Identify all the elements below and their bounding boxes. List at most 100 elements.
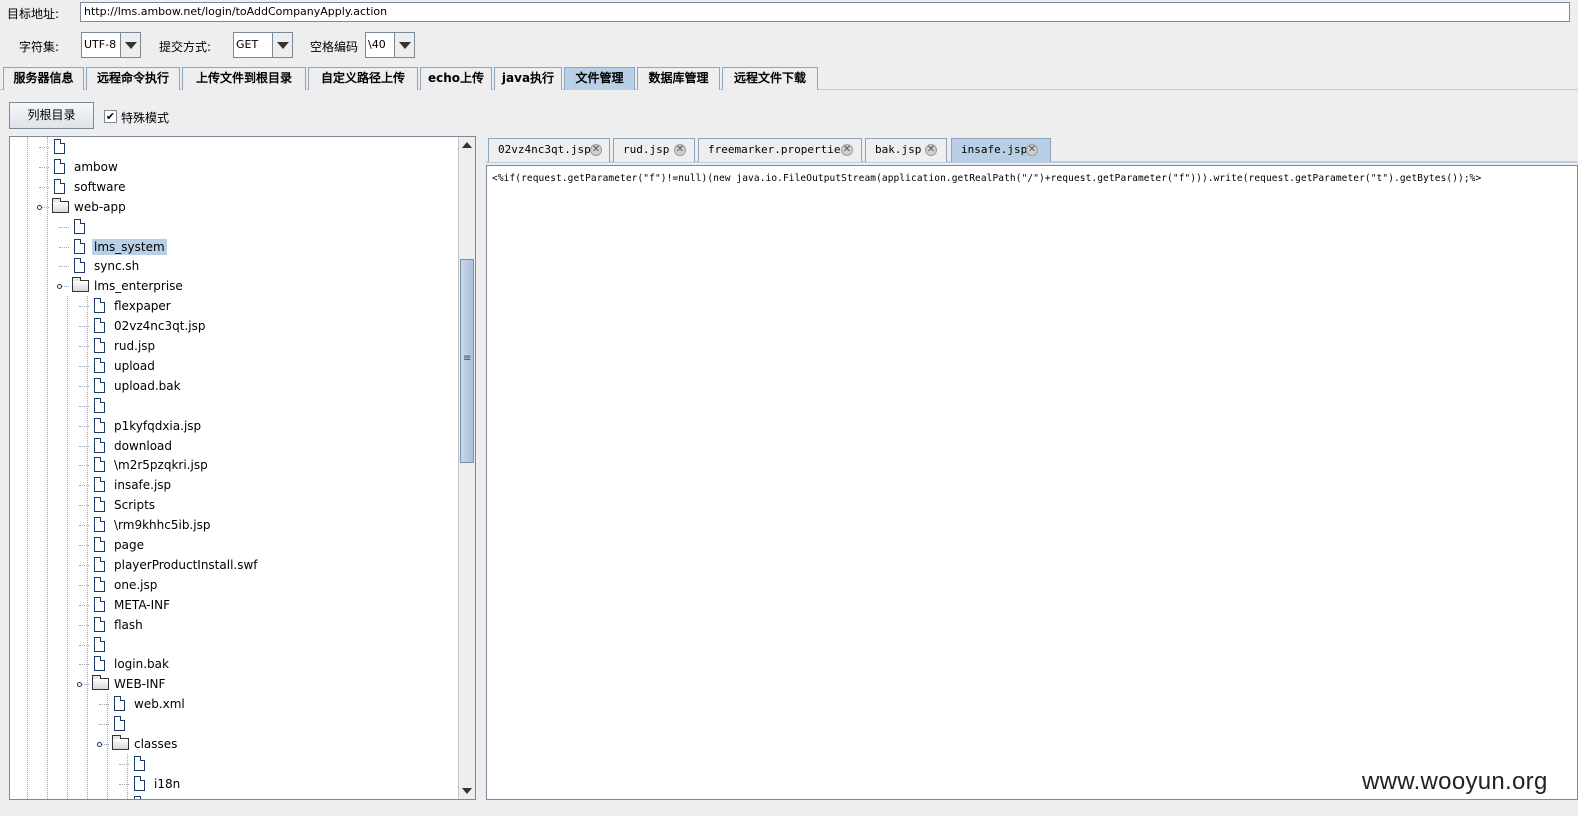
file-icon [94,377,105,393]
tree-file-node[interactable]: META-INF [10,596,450,617]
tree-file-node[interactable]: download [10,437,450,458]
tab-remote-download[interactable]: 远程文件下载 [722,67,818,90]
tree-file-node[interactable]: 02vz4nc3qt.jsp [10,318,450,338]
file-icon [94,537,105,552]
tree-file-node[interactable]: web.xml [10,696,450,716]
expand-toggle-icon[interactable] [37,204,42,210]
expand-toggle-icon[interactable] [97,742,102,747]
tree-node-label: 02vz4nc3qt.jsp [114,319,206,334]
file-tab-label: bak.jsp [875,143,922,156]
expand-toggle-icon[interactable] [57,284,62,290]
tab-echo-upload[interactable]: echo上传 [420,67,492,90]
file-tab-active[interactable]: insafe.jsp ✕ [951,138,1051,162]
tree-branch-line [79,604,89,606]
close-icon[interactable]: ✕ [841,144,853,156]
tree-file-node[interactable]: flash [10,616,450,637]
tab-server-info[interactable]: 服务器信息 [3,67,84,90]
tree-file-node[interactable]: insafe.jsp [10,477,450,497]
tab-file-manager[interactable]: 文件管理 [564,67,635,90]
tab-database-manager[interactable]: 数据库管理 [637,67,720,90]
file-icon [54,139,65,154]
list-root-button[interactable]: 列根目录 [9,102,94,129]
tree-file-node[interactable]: ambow [10,158,450,179]
chevron-down-icon[interactable] [394,33,414,57]
file-icon [94,318,105,334]
close-icon[interactable]: ✕ [674,144,686,156]
tree-file-node[interactable]: upload.bak [10,377,450,398]
file-tab-label: insafe.jsp [961,143,1028,156]
scroll-down-icon[interactable] [459,783,475,799]
tree-branch-line [79,525,89,527]
editor-content[interactable]: <%if(request.getParameter("f")!=null)(ne… [492,173,1481,184]
tree-file-node[interactable]: login.bak [10,656,450,676]
tree-file-node[interactable]: software [10,178,450,199]
tree-file-node[interactable]: p1kyfqdxia.jsp [10,417,450,438]
tree-node-label: sync.sh [94,259,140,274]
chevron-down-icon[interactable] [272,33,292,57]
chevron-down-icon[interactable] [120,33,140,57]
space-encoding-select[interactable]: \40 [365,32,415,58]
tree-node-label: \rm9khhc5ib.jsp [114,518,211,533]
tree-node-label: struts [152,796,190,799]
tree-file-node[interactable]: lms_system [10,238,450,259]
tree-file-node[interactable]: \m2r5pzqkri.jsp [10,457,450,477]
charset-select[interactable]: UTF-8 [81,32,141,58]
tree-scrollbar[interactable] [458,137,475,799]
folder-open-icon [112,735,129,750]
tree-branch-line [79,664,89,666]
tree-file-node[interactable]: \rm9khhc5ib.jsp [10,517,450,537]
tree-folder-node[interactable]: lms_enterprise [10,277,450,298]
tree-file-node[interactable]: sync.sh [10,258,450,278]
tree-folder-node[interactable]: WEB-INF [10,675,450,696]
tree-file-node[interactable]: struts [10,795,450,799]
tree-node-label: upload.bak [114,378,181,393]
special-mode-checkbox[interactable]: ✔ [104,110,117,123]
file-tree-panel: ambow software web-app lms_system sync.sh lms… [9,136,476,800]
scroll-up-icon[interactable] [459,137,475,153]
tree-node-label: WEB-INF [114,677,166,692]
tree-node-label: web.xml [134,697,185,712]
file-tab[interactable]: bak.jsp ✕ [865,138,947,162]
tab-java-exec[interactable]: java执行 [494,67,562,90]
method-value: GET [236,38,259,51]
close-icon[interactable]: ✕ [590,144,602,156]
file-tab[interactable]: rud.jsp ✕ [613,138,695,162]
file-icon [94,656,105,672]
tree-branch-line [79,584,89,586]
tree-file-node[interactable]: upload [10,357,450,378]
expand-toggle-icon[interactable] [77,682,82,688]
tree-file-node[interactable] [10,139,450,159]
target-url-input[interactable]: http://lms.ambow.net/login/toAddCompanyA… [80,2,1570,22]
file-tab[interactable]: freemarker.properties ✕ [698,138,862,162]
panel-splitter[interactable] [478,136,484,800]
file-tree: ambow software web-app lms_system sync.sh lms… [10,137,459,799]
tree-file-node[interactable] [10,716,450,736]
tree-branch-line [79,465,89,467]
tree-file-node[interactable] [10,218,450,239]
tree-folder-node[interactable]: web-app [10,197,450,219]
status-strip [0,800,1578,816]
tab-upload-root[interactable]: 上传文件到根目录 [182,67,306,90]
file-icon [94,437,105,453]
tab-custom-path-upload[interactable]: 自定义路径上传 [308,67,418,90]
file-editor[interactable]: <%if(request.getParameter("f")!=null)(ne… [486,165,1578,800]
tree-file-node[interactable] [10,636,450,657]
file-icon [94,357,105,373]
tree-file-node[interactable] [10,755,450,776]
tree-file-node[interactable]: flexpaper [10,298,450,318]
method-select[interactable]: GET [233,32,293,58]
tree-branch-line [59,226,69,228]
close-icon[interactable]: ✕ [925,144,937,156]
tree-folder-node[interactable]: classes [10,735,450,756]
tree-file-node[interactable]: Scripts [10,497,450,517]
file-tab[interactable]: 02vz4nc3qt.jsp ✕ [488,138,610,162]
tree-file-node[interactable]: one.jsp [10,576,450,597]
tree-file-node[interactable] [10,397,450,418]
scroll-thumb[interactable] [460,259,474,463]
tree-file-node[interactable]: rud.jsp [10,338,450,358]
tree-file-node[interactable]: i18n [10,775,450,796]
tree-file-node[interactable]: playerProductInstall.swf [10,556,450,577]
close-icon[interactable]: ✕ [1026,144,1038,156]
tab-remote-command[interactable]: 远程命令执行 [86,67,180,90]
tree-file-node[interactable]: page [10,537,450,557]
